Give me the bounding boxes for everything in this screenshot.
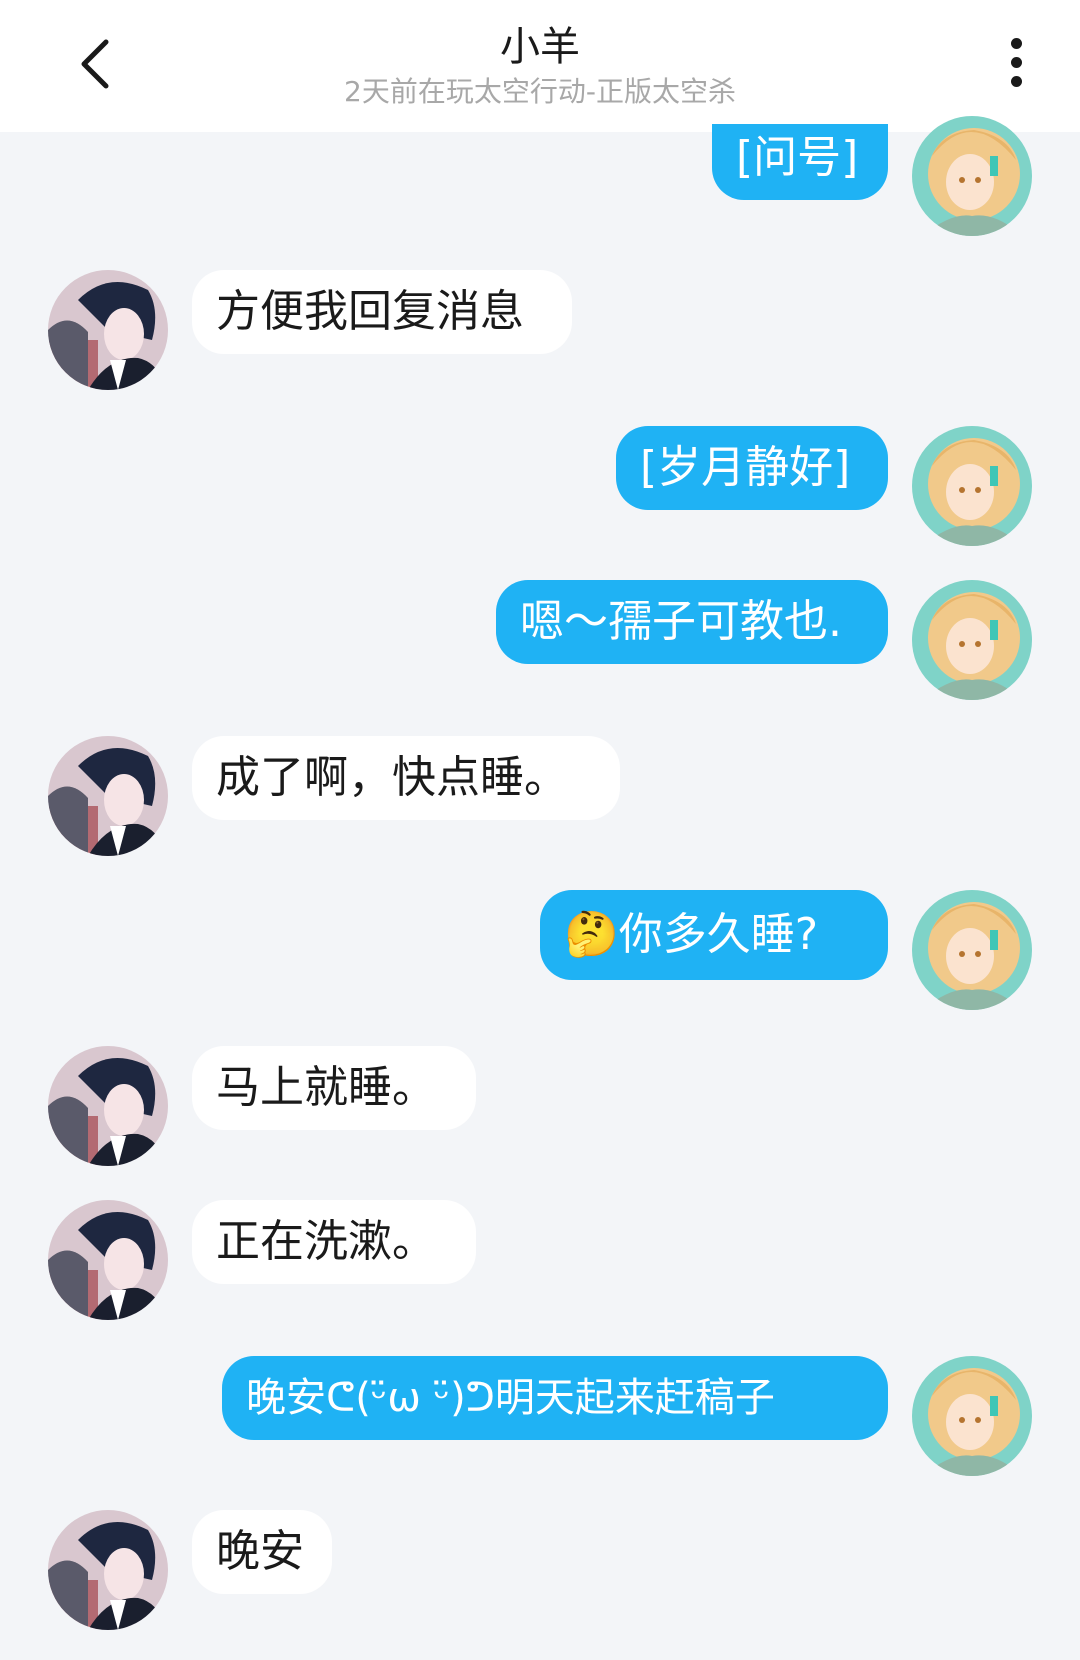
boy-avatar-icon — [48, 1046, 168, 1166]
message-bubble[interactable]: 正在洗漱。 — [192, 1200, 476, 1284]
my-avatar[interactable] — [912, 426, 1032, 546]
contact-name: 小羊 — [500, 24, 580, 70]
my-avatar[interactable] — [912, 580, 1032, 700]
contact-avatar[interactable] — [48, 1510, 168, 1630]
boy-avatar-icon — [48, 736, 168, 856]
message-bubble[interactable]: 方便我回复消息 — [192, 270, 572, 354]
message-bubble[interactable]: 马上就睡。 — [192, 1046, 476, 1130]
vertical-dots-icon — [1010, 37, 1022, 49]
dot — [1010, 75, 1022, 87]
message-text: 你多久睡? — [618, 909, 819, 960]
message-bubble[interactable]: 晚安 — [192, 1510, 332, 1594]
contact-avatar[interactable] — [48, 1200, 168, 1320]
chat-header: 小羊 2天前在玩太空行动-正版太空杀 — [0, 0, 1080, 132]
girl-avatar-icon — [912, 890, 1032, 1010]
thinking-face-icon: 🤔 — [564, 909, 619, 960]
girl-avatar-icon — [912, 116, 1032, 236]
contact-avatar[interactable] — [48, 736, 168, 856]
message-bubble[interactable]: 🤔你多久睡? — [540, 890, 888, 980]
boy-avatar-icon — [48, 270, 168, 390]
girl-avatar-icon — [912, 1356, 1032, 1476]
my-avatar[interactable] — [912, 1356, 1032, 1476]
boy-avatar-icon — [48, 1200, 168, 1320]
more-options-button[interactable] — [992, 26, 1040, 98]
contact-avatar[interactable] — [48, 270, 168, 390]
message-bubble[interactable]: 成了啊，快点睡。 — [192, 736, 620, 820]
contact-avatar[interactable] — [48, 1046, 168, 1166]
chat-screen: 小羊 2天前在玩太空行动-正版太空杀 [问号] 方便我回复消息 [岁月静好] 嗯… — [0, 0, 1080, 1660]
girl-avatar-icon — [912, 426, 1032, 546]
girl-avatar-icon — [912, 580, 1032, 700]
dot — [1010, 56, 1022, 68]
message-bubble[interactable]: 嗯～孺子可教也. — [496, 580, 888, 664]
my-avatar[interactable] — [912, 116, 1032, 236]
message-bubble[interactable]: [岁月静好] — [616, 426, 888, 510]
my-avatar[interactable] — [912, 890, 1032, 1010]
message-bubble[interactable]: 晚安ᕦ(ᵕ̈ω ᵕ̈)ᕤ明天起来赶稿子 — [222, 1356, 888, 1440]
contact-status: 2天前在玩太空行动-正版太空杀 — [344, 75, 736, 108]
message-bubble[interactable]: [问号] — [712, 124, 888, 200]
boy-avatar-icon — [48, 1510, 168, 1630]
